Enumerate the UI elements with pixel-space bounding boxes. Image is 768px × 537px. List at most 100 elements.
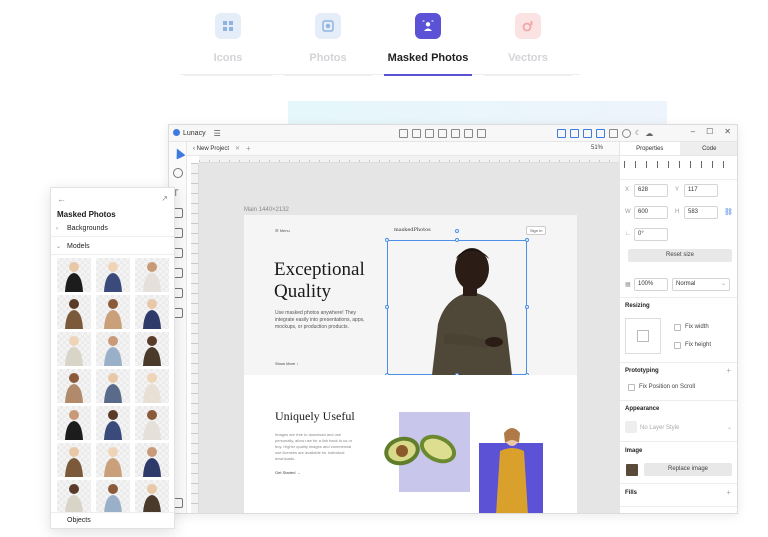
grid-toggle-icon[interactable] (609, 129, 618, 138)
tab-code[interactable]: Code (679, 142, 737, 155)
opacity-input[interactable]: 100% (634, 278, 668, 291)
replace-image-button[interactable]: Replace image (644, 463, 732, 476)
fills-title: Fills (625, 490, 638, 496)
pointer-tool-icon[interactable] (172, 146, 186, 160)
model-thumbnail[interactable] (135, 369, 169, 403)
model-thumbnail[interactable] (135, 480, 169, 514)
model-thumbnail[interactable] (135, 406, 169, 440)
resize-handle[interactable] (455, 238, 459, 242)
moon-icon[interactable]: ☾ (635, 129, 641, 138)
align-center-icon[interactable] (635, 161, 642, 168)
resize-handle[interactable] (525, 305, 529, 309)
document-tab[interactable]: ‹ New Project ✕ (187, 145, 246, 152)
fix-width-checkbox[interactable] (674, 324, 681, 331)
distribute-h-icon[interactable] (690, 161, 697, 168)
distribute-v-icon[interactable] (701, 161, 708, 168)
tab-photos[interactable]: Photos (280, 10, 376, 76)
model-thumbnail[interactable] (57, 480, 91, 514)
text-icon[interactable] (425, 129, 434, 138)
y-input[interactable]: 117 (684, 184, 718, 197)
person-photo (432, 248, 512, 375)
tab-properties[interactable]: Properties (620, 142, 680, 155)
link-proportions-icon[interactable]: ⛓ (724, 208, 733, 216)
triangle-icon[interactable] (477, 129, 486, 138)
width-input[interactable]: 600 (634, 206, 668, 219)
model-thumbnail[interactable] (96, 406, 130, 440)
model-thumbnail[interactable] (96, 443, 130, 477)
subtract-icon[interactable] (570, 129, 579, 138)
intersect-icon[interactable] (583, 129, 592, 138)
fix-height-checkbox[interactable] (674, 342, 681, 349)
close-tab-icon[interactable]: ✕ (235, 146, 240, 152)
align-more-icon[interactable] (712, 161, 719, 168)
vertical-ruler (191, 163, 199, 513)
align-top-icon[interactable] (657, 161, 664, 168)
artboard[interactable]: ☰ Menu maskedPhotos Sign In Exceptional … (244, 215, 577, 513)
model-thumbnail[interactable] (135, 258, 169, 292)
model-thumbnail[interactable] (96, 258, 130, 292)
back-arrow-icon[interactable]: ← (57, 194, 66, 204)
mask-icon[interactable] (451, 129, 460, 138)
resizing-constraints-widget[interactable] (625, 318, 661, 354)
rotate-handle[interactable] (455, 229, 459, 233)
align-right-icon[interactable] (646, 161, 653, 168)
zoom-level[interactable]: 51% (591, 145, 603, 151)
rotate-icon[interactable] (438, 129, 447, 138)
model-thumbnail[interactable] (96, 480, 130, 514)
model-thumbnail[interactable] (57, 443, 91, 477)
external-link-icon[interactable]: ↗ (161, 194, 168, 203)
height-input[interactable]: 583 (684, 206, 718, 219)
section-models[interactable]: ⌄ Models (51, 239, 174, 255)
minimize-button[interactable]: – (691, 127, 695, 136)
x-input[interactable]: 628 (634, 184, 668, 197)
flip-icon[interactable] (464, 129, 473, 138)
reset-size-button[interactable]: Reset size (628, 249, 732, 262)
divider (620, 506, 737, 507)
crop-icon[interactable] (399, 129, 408, 138)
app-name: Lunacy (183, 129, 206, 137)
model-thumbnail[interactable] (57, 332, 91, 366)
add-fill-icon[interactable]: + (726, 488, 731, 497)
menu-icon[interactable]: ☰ (214, 129, 221, 138)
cloud-icon[interactable]: ☁ (645, 129, 653, 138)
section-backgrounds[interactable]: › Backgrounds (51, 221, 174, 237)
section-objects[interactable]: Objects (51, 512, 174, 528)
model-thumbnail[interactable] (96, 295, 130, 329)
layer-style-select[interactable]: No Layer Style ⌄ (625, 421, 735, 435)
fix-position-checkbox[interactable] (628, 384, 635, 391)
model-thumbnail[interactable] (135, 332, 169, 366)
selected-image[interactable] (385, 229, 529, 377)
tab-vectors[interactable]: Vectors (480, 10, 576, 76)
resize-handle[interactable] (385, 238, 389, 242)
model-thumbnail[interactable] (135, 295, 169, 329)
rotation-input[interactable]: 0° (634, 228, 668, 241)
align-bottom-icon[interactable] (679, 161, 686, 168)
model-thumbnail[interactable] (57, 258, 91, 292)
add-prototype-icon[interactable]: + (726, 366, 731, 375)
difference-icon[interactable] (596, 129, 605, 138)
constraint-box (637, 330, 649, 342)
model-thumbnail[interactable] (96, 369, 130, 403)
hero-signin: Sign In (526, 226, 547, 235)
add-tab-icon[interactable]: + (246, 144, 251, 153)
union-icon[interactable] (557, 129, 566, 138)
model-thumbnail[interactable] (57, 406, 91, 440)
close-button[interactable]: ✕ (724, 127, 731, 136)
model-thumbnail[interactable] (57, 369, 91, 403)
model-thumbnail[interactable] (96, 332, 130, 366)
zoom-tool-icon[interactable] (173, 168, 183, 178)
model-thumbnail[interactable] (135, 443, 169, 477)
align-middle-icon[interactable] (668, 161, 675, 168)
frame-icon[interactable] (412, 129, 421, 138)
align-left-icon[interactable] (624, 161, 631, 168)
design-canvas[interactable]: Main 1440×2132 ☰ Menu maskedPhotos Sign … (199, 163, 619, 513)
model-thumbnail[interactable] (57, 295, 91, 329)
align-extra-icon[interactable] (723, 161, 730, 168)
tab-masked-photos[interactable]: Masked Photos (380, 10, 476, 76)
blend-mode-select[interactable]: Normal ⌄ (672, 278, 730, 291)
resize-handle[interactable] (525, 238, 529, 242)
tab-icons[interactable]: Icons (180, 10, 276, 76)
maximize-button[interactable]: ☐ (706, 127, 713, 136)
resize-handle[interactable] (385, 305, 389, 309)
sun-icon[interactable] (622, 129, 631, 138)
